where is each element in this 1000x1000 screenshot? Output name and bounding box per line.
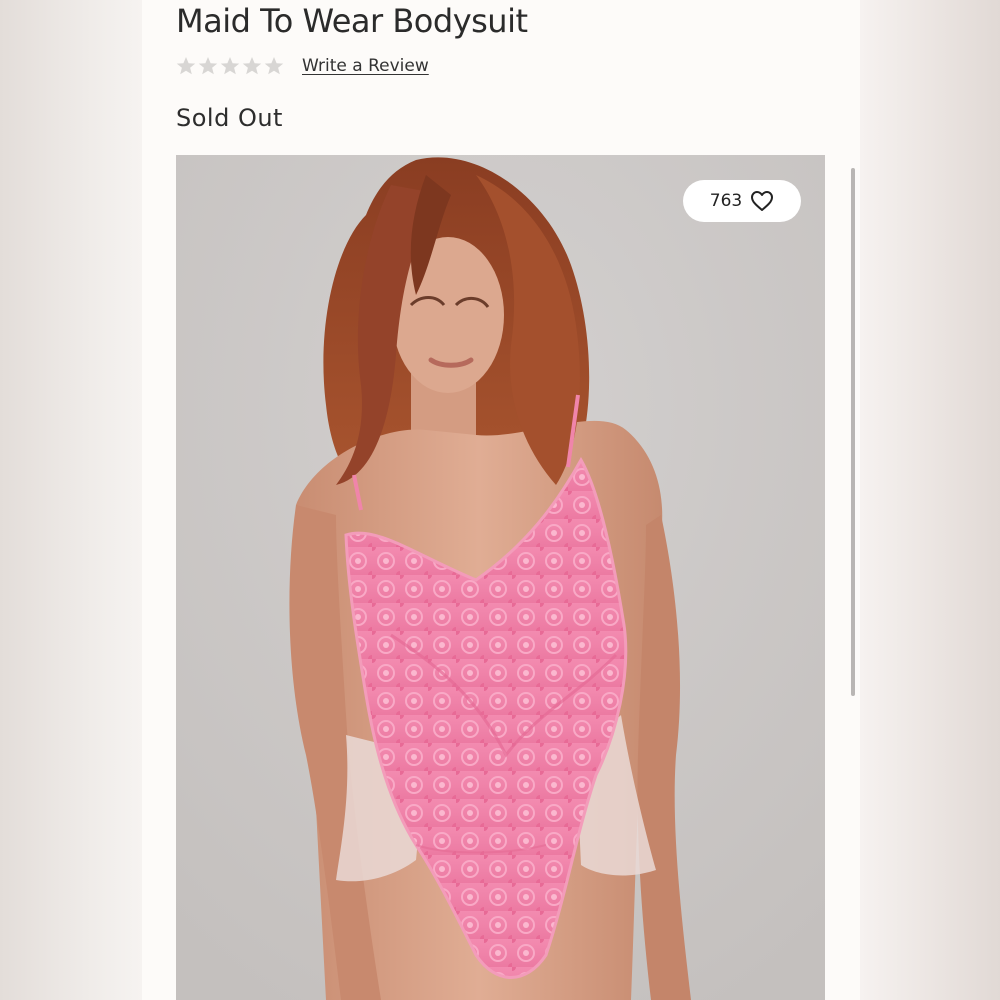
- star-icon: [176, 57, 196, 75]
- left-backdrop: [0, 0, 142, 1000]
- star-icon: [242, 57, 262, 75]
- product-image[interactable]: 763: [176, 155, 825, 1000]
- model-photo-illustration: [176, 155, 825, 1000]
- write-review-link[interactable]: Write a Review: [302, 56, 429, 76]
- right-backdrop: [860, 0, 1000, 1000]
- rating-row: Write a Review: [176, 52, 429, 80]
- stock-status: Sold Out: [176, 104, 283, 132]
- page-scrollbar[interactable]: [851, 168, 855, 696]
- star-icon: [264, 57, 284, 75]
- heart-icon: [751, 191, 774, 211]
- product-page: Maid To Wear Bodysuit Write a Review Sol…: [142, 0, 860, 1000]
- star-icon: [198, 57, 218, 75]
- like-count: 763: [709, 191, 743, 211]
- like-button[interactable]: 763: [683, 180, 801, 222]
- star-icon: [220, 57, 240, 75]
- product-title: Maid To Wear Bodysuit: [176, 2, 528, 40]
- star-rating[interactable]: [176, 56, 284, 76]
